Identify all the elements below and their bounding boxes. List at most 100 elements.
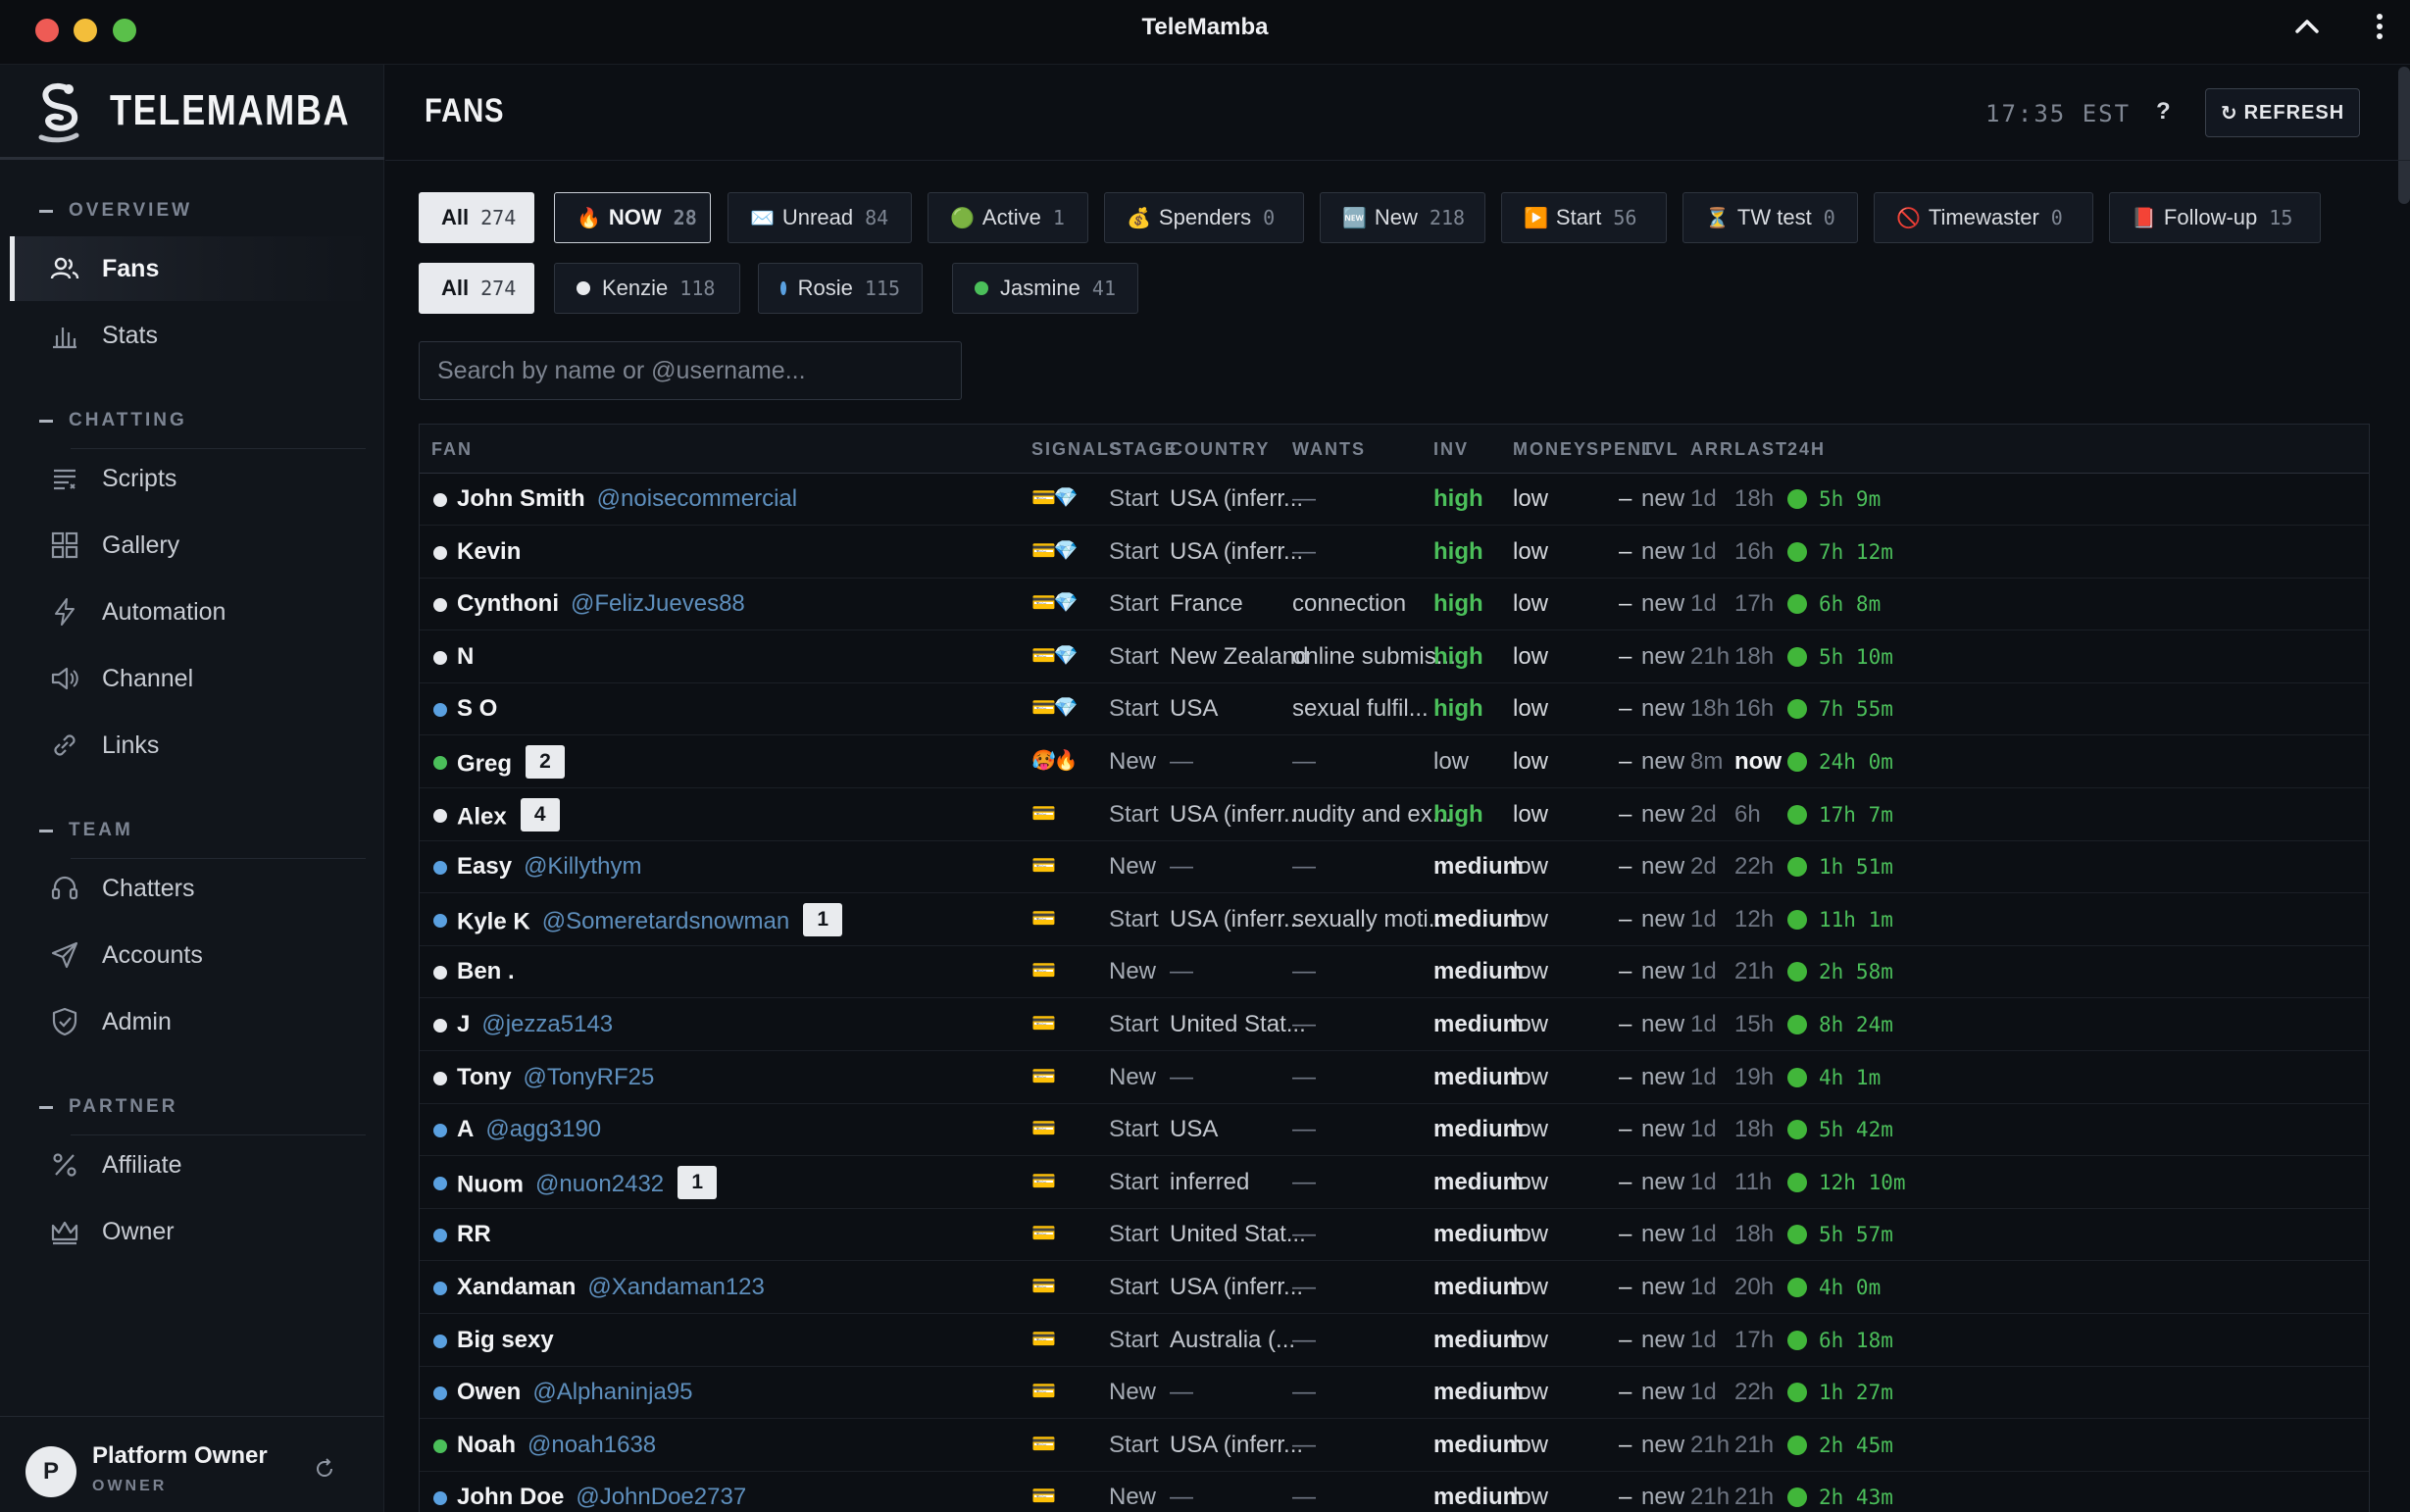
sidebar-item-automation[interactable]: Automation: [10, 580, 373, 644]
fan-name[interactable]: N: [457, 643, 474, 670]
table-row[interactable]: Tony @TonyRF25 💳 New — — medium low – new 1d 19h 4h …: [420, 1052, 2369, 1104]
fan-name[interactable]: Kevin: [457, 538, 521, 565]
sidebar-item-links[interactable]: Links: [10, 713, 373, 778]
column-header-inv[interactable]: INV: [1433, 439, 1469, 460]
table-row[interactable]: Kyle K @Someretardsnowman 1 💳 Start USA (infe…: [420, 894, 2369, 946]
column-header-arr[interactable]: ARR: [1690, 439, 1734, 460]
last-cell: 16h: [1734, 537, 1775, 565]
fan-handle[interactable]: @TonyRF25: [524, 1064, 655, 1090]
sidebar-item-admin[interactable]: Admin: [10, 989, 373, 1054]
chatter-dot: [433, 545, 447, 560]
table-row[interactable]: Greg 2 🥵🔥 New — — low low – new 8m now 24h 0m: [420, 736, 2369, 788]
table-row[interactable]: Owen @Alphaninja95 💳 New — — medium low – new 1d 22…: [420, 1367, 2369, 1420]
fan-handle[interactable]: @FelizJueves88: [571, 590, 745, 617]
chatter-chip-rosie[interactable]: Rosie 115: [758, 263, 923, 314]
fan-name[interactable]: RR: [457, 1221, 491, 1247]
table-row[interactable]: N 💳💎 Start New Zealand online submis... high l…: [420, 631, 2369, 683]
table-row[interactable]: Noah @noah1638 💳 Start USA (inferr... — medium…: [420, 1420, 2369, 1472]
fan-handle[interactable]: @JohnDoe2737: [576, 1484, 746, 1510]
column-header-country[interactable]: COUNTRY: [1170, 439, 1270, 460]
table-row[interactable]: John Smith @noisecommercial 💳💎 Start USA (in…: [420, 474, 2369, 526]
fan-name[interactable]: Noah: [457, 1432, 516, 1458]
fan-handle[interactable]: @Xandaman123: [587, 1274, 765, 1300]
avatar[interactable]: P: [25, 1446, 76, 1497]
filter-chip-start[interactable]: ▶️ Start 56: [1501, 192, 1667, 243]
fan-handle[interactable]: @agg3190: [485, 1116, 601, 1142]
fan-name[interactable]: Xandaman: [457, 1274, 576, 1300]
fan-name[interactable]: Big sexy: [457, 1327, 554, 1353]
switch-account-icon[interactable]: [314, 1458, 335, 1480]
sidebar-item-accounts[interactable]: Accounts: [10, 923, 373, 987]
filter-chip-follow-up[interactable]: 📕 Follow-up 15: [2109, 192, 2321, 243]
table-row[interactable]: J @jezza5143 💳 Start United Stat... — medium lo…: [420, 999, 2369, 1051]
column-header-wants[interactable]: WANTS: [1292, 439, 1366, 460]
chevron-up-icon[interactable]: [2294, 14, 2320, 44]
fan-handle[interactable]: @Someretardsnowman: [542, 908, 789, 934]
fan-name[interactable]: S O: [457, 695, 497, 722]
sidebar-item-affiliate[interactable]: Affiliate: [10, 1133, 373, 1197]
search-input[interactable]: [419, 341, 962, 400]
chatter-chip-all[interactable]: All 274: [419, 263, 534, 314]
table-row[interactable]: RR 💳 Start United Stat... — medium low – new 1d 18…: [420, 1209, 2369, 1262]
chatter-chip-jasmine[interactable]: Jasmine 41: [952, 263, 1138, 314]
table-row[interactable]: Xandaman @Xandaman123 💳 Start USA (inferr...…: [420, 1262, 2369, 1314]
filter-chip-tw-test[interactable]: ⏳ TW test 0: [1682, 192, 1858, 243]
fan-handle[interactable]: @jezza5143: [481, 1011, 613, 1037]
fan-name[interactable]: A: [457, 1116, 474, 1142]
filter-chip-now[interactable]: 🔥 NOW 28: [554, 192, 711, 243]
fan-name[interactable]: J: [457, 1011, 470, 1037]
column-header-24h[interactable]: 24H: [1787, 439, 1826, 460]
column-header-last[interactable]: LAST: [1734, 439, 1788, 460]
table-row[interactable]: John Doe @JohnDoe2737 💳 New — — medium low – new 2…: [420, 1472, 2369, 1512]
filter-chip-unread[interactable]: ✉️ Unread 84: [728, 192, 912, 243]
fan-handle[interactable]: @noisecommercial: [597, 485, 797, 512]
column-header-money[interactable]: MONEY: [1513, 439, 1587, 460]
table-row[interactable]: Easy @Killythym 💳 New — — medium low – new 2d 22h 1h…: [420, 841, 2369, 894]
fan-name[interactable]: Ben .: [457, 958, 515, 984]
filter-chip-active[interactable]: 🟢 Active 1: [928, 192, 1088, 243]
sidebar-item-scripts[interactable]: Scripts: [10, 446, 373, 511]
table-row[interactable]: Ben . 💳 New — — medium low – new 1d 21h 2h 58m: [420, 946, 2369, 999]
table-row[interactable]: S O 💳💎 Start USA sexual fulfil... high low – new…: [420, 683, 2369, 736]
filter-chip-new[interactable]: 🆕 New 218: [1320, 192, 1485, 243]
fan-name[interactable]: Cynthoni: [457, 590, 559, 617]
fan-name[interactable]: Alex: [457, 803, 507, 830]
sidebar-item-gallery[interactable]: Gallery: [10, 513, 373, 578]
sidebar-item-owner[interactable]: Owner: [10, 1199, 373, 1264]
shield-icon: [49, 1006, 80, 1037]
table-row[interactable]: A @agg3190 💳 Start USA — medium low – new 1d 18h 5h …: [420, 1104, 2369, 1157]
table-row[interactable]: Kevin 💳💎 Start USA (inferr... — high low – new 1d…: [420, 527, 2369, 579]
filter-chip-all[interactable]: All 274: [419, 192, 534, 243]
sidebar-item-channel[interactable]: Channel: [10, 646, 373, 711]
refresh-button[interactable]: ↻ REFRESH: [2205, 88, 2360, 137]
fan-name[interactable]: Greg: [457, 750, 512, 777]
more-vertical-icon[interactable]: [2375, 10, 2385, 51]
table-row[interactable]: Cynthoni @FelizJueves88 💳💎 Start France conne…: [420, 579, 2369, 631]
help-button[interactable]: ?: [2156, 98, 2171, 126]
scrollbar[interactable]: [2398, 67, 2410, 204]
sidebar-item-fans[interactable]: Fans: [10, 236, 373, 301]
fan-name[interactable]: Kyle K: [457, 908, 530, 934]
chatter-chip-kenzie[interactable]: Kenzie 118: [554, 263, 740, 314]
fan-handle[interactable]: @noah1638: [527, 1432, 656, 1458]
sidebar-item-chatters[interactable]: Chatters: [10, 856, 373, 921]
table-row[interactable]: Nuom @nuon2432 1 💳 Start inferred — medium low – n…: [420, 1157, 2369, 1209]
fan-handle[interactable]: @Killythym: [524, 853, 641, 880]
fan-handle[interactable]: @nuon2432: [535, 1171, 664, 1197]
fan-name[interactable]: Easy: [457, 853, 512, 880]
sidebar-item-stats[interactable]: Stats: [10, 303, 373, 368]
column-header-stage[interactable]: STAGE: [1109, 439, 1179, 460]
filter-chip-spenders[interactable]: 💰 Spenders 0: [1104, 192, 1304, 243]
spent-cell: –: [1619, 1011, 1632, 1037]
filter-chip-timewaster[interactable]: 🚫 Timewaster 0: [1874, 192, 2093, 243]
table-row[interactable]: Big sexy 💳 Start Australia (... — medium low – n…: [420, 1315, 2369, 1367]
fan-name[interactable]: Tony: [457, 1064, 512, 1090]
fan-name[interactable]: Nuom: [457, 1171, 524, 1197]
column-header-fan[interactable]: FAN: [431, 439, 473, 460]
column-header-lvl[interactable]: LVL: [1641, 439, 1680, 460]
fan-name[interactable]: Owen: [457, 1379, 521, 1405]
fan-handle[interactable]: @Alphaninja95: [532, 1379, 692, 1405]
table-row[interactable]: Alex 4 💳 Start USA (inferr... nudity and ex..…: [420, 789, 2369, 841]
fan-name[interactable]: John Smith: [457, 485, 585, 512]
fan-name[interactable]: John Doe: [457, 1484, 564, 1510]
